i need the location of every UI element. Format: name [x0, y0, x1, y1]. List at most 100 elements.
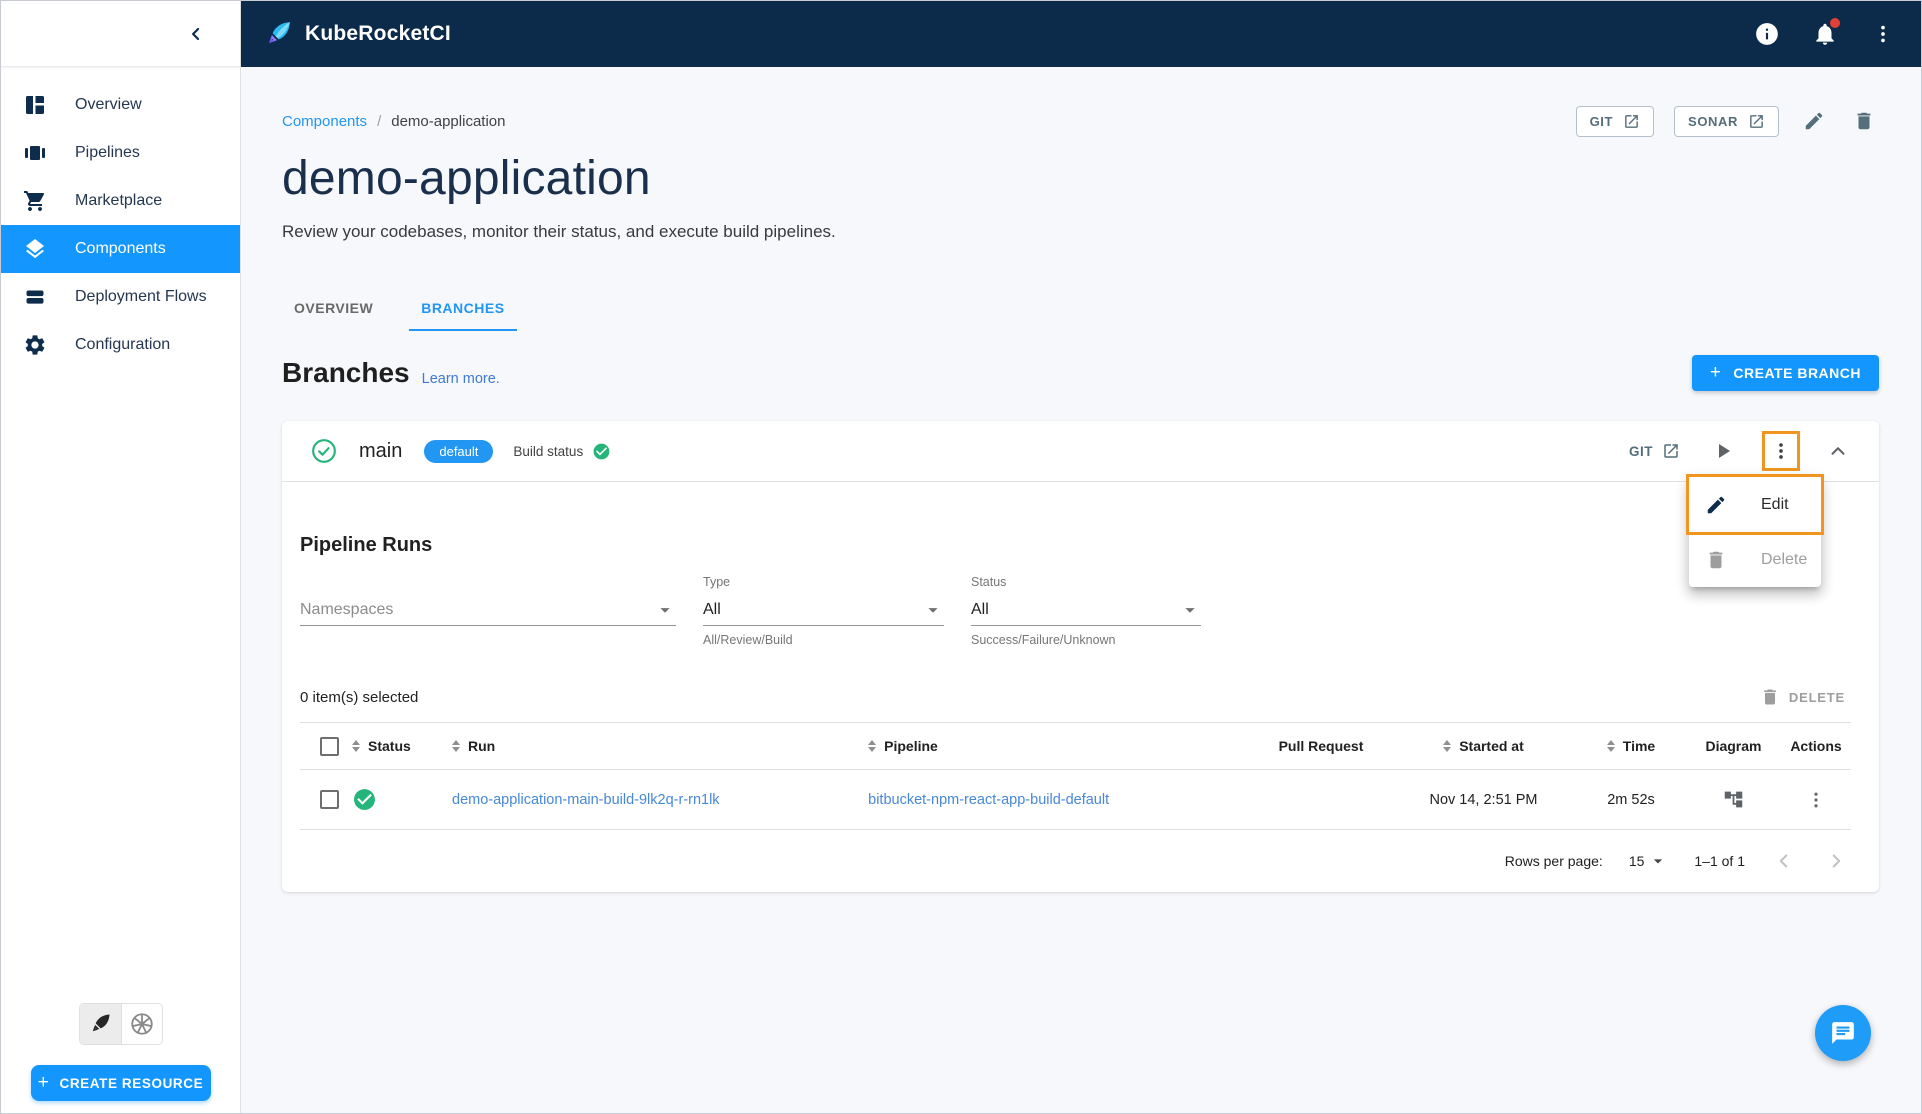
- column-label: Run: [468, 738, 496, 754]
- external-link-icon: [1623, 113, 1640, 130]
- collapse-sidebar-button[interactable]: [184, 22, 208, 46]
- column-time[interactable]: Time: [1576, 738, 1686, 754]
- git-link-button[interactable]: GIT: [1575, 105, 1655, 137]
- column-started-at[interactable]: Started at: [1391, 738, 1576, 754]
- branch-git-link[interactable]: GIT: [1629, 442, 1680, 460]
- row-checkbox[interactable]: [320, 790, 339, 809]
- top-bar-actions: [1753, 18, 1897, 48]
- create-branch-label: CREATE BRANCH: [1733, 365, 1861, 381]
- notifications-button[interactable]: [1811, 18, 1840, 48]
- sort-icon[interactable]: [1443, 740, 1452, 752]
- learn-more-link[interactable]: Learn more.: [422, 371, 500, 391]
- chevron-down-icon: [1179, 599, 1201, 621]
- tree-diagram-icon: [1723, 789, 1744, 810]
- select-all-checkbox[interactable]: [320, 736, 339, 756]
- status-select[interactable]: All: [971, 595, 1201, 626]
- sidebar-item-label: Deployment Flows: [75, 288, 207, 305]
- column-actions: Actions: [1781, 738, 1851, 754]
- diagram-button[interactable]: [1719, 785, 1748, 814]
- sonar-button-label: SONAR: [1688, 113, 1738, 129]
- breadcrumb-components-link[interactable]: Components: [282, 113, 367, 130]
- menu-item-edit[interactable]: Edit: [1686, 474, 1824, 535]
- branches-header-row: Branches Learn more. + CREATE BRANCH: [282, 355, 1879, 391]
- rocket-logo-icon: [263, 19, 293, 49]
- chevron-up-icon: [1827, 440, 1849, 462]
- menu-item-delete[interactable]: Delete: [1689, 532, 1821, 587]
- namespaces-filter-helper: [300, 626, 676, 650]
- trash-icon: [1853, 110, 1875, 132]
- row-kebab-button[interactable]: [1802, 786, 1830, 814]
- plus-icon: +: [37, 1072, 50, 1093]
- rocket-icon: [88, 1012, 112, 1036]
- sidebar-item-label: Marketplace: [75, 192, 163, 209]
- sonar-link-button[interactable]: SONAR: [1674, 105, 1779, 137]
- external-link-icon: [1748, 113, 1765, 130]
- info-button[interactable]: [1753, 20, 1781, 48]
- namespaces-select[interactable]: Namespaces: [300, 595, 676, 626]
- delete-component-button[interactable]: [1849, 106, 1879, 136]
- layers-icon: [23, 237, 47, 261]
- branches-heading: Branches: [282, 357, 410, 388]
- delete-label: DELETE: [1788, 689, 1845, 705]
- sidebar-item-label: Overview: [75, 96, 142, 113]
- tab-branches[interactable]: BRANCHES: [409, 288, 517, 331]
- tab-overview[interactable]: OVERVIEW: [282, 288, 385, 331]
- sort-icon[interactable]: [868, 740, 877, 752]
- trigger-build-button[interactable]: [1707, 435, 1739, 467]
- create-branch-button[interactable]: + CREATE BRANCH: [1691, 355, 1879, 391]
- pipeline-link[interactable]: bitbucket-npm-react-app-build-default: [868, 792, 1109, 808]
- column-label: Diagram: [1705, 738, 1762, 754]
- branch-summary-row[interactable]: main default Build status GIT: [282, 421, 1879, 481]
- edit-component-button[interactable]: [1799, 106, 1829, 136]
- row-started-at-cell: Nov 14, 2:51 PM: [1429, 791, 1538, 808]
- delete-selected-button[interactable]: DELETE: [1754, 686, 1851, 708]
- kubernetes-view-toggle[interactable]: [120, 1004, 162, 1044]
- column-label: Actions: [1790, 738, 1842, 754]
- sidebar-item-label: Configuration: [75, 336, 171, 353]
- sort-icon[interactable]: [352, 740, 360, 752]
- plus-icon: +: [1709, 362, 1722, 383]
- build-success-icon: [592, 442, 611, 461]
- branch-kebab-button[interactable]: [1762, 431, 1800, 471]
- sidebar-item-deployment-flows[interactable]: Deployment Flows: [1, 273, 240, 321]
- default-branch-badge: default: [424, 439, 494, 463]
- type-select[interactable]: All: [703, 595, 944, 626]
- rows-per-page-label: Rows per page:: [1504, 853, 1603, 869]
- column-run[interactable]: Run: [452, 738, 868, 754]
- rows-per-page-select[interactable]: 15: [1629, 851, 1669, 871]
- collapse-branch-button[interactable]: [1823, 436, 1853, 466]
- pencil-icon: [1803, 110, 1825, 132]
- selection-row: 0 item(s) selected DELETE: [300, 686, 1851, 708]
- namespaces-filter: Namespaces: [300, 575, 676, 650]
- column-pipeline[interactable]: Pipeline: [868, 738, 1251, 754]
- column-status[interactable]: Status: [352, 738, 452, 754]
- sidebar-item-pipelines[interactable]: Pipelines: [1, 129, 240, 177]
- create-resource-button[interactable]: + CREATE RESOURCE: [30, 1065, 211, 1101]
- previous-page-button[interactable]: [1771, 848, 1797, 874]
- success-check-icon: [352, 787, 377, 812]
- run-link[interactable]: demo-application-main-build-9lk2q-r-rn1l…: [452, 792, 720, 808]
- sidebar-item-components[interactable]: Components: [1, 225, 240, 273]
- chat-icon: [1830, 1020, 1856, 1046]
- brand-name: KubeRocketCI: [305, 22, 451, 45]
- sort-icon[interactable]: [1606, 740, 1615, 752]
- next-page-button[interactable]: [1823, 848, 1849, 874]
- external-link-icon: [1662, 442, 1680, 460]
- type-filter: Type All All/Review/Build: [703, 575, 944, 650]
- pagination: Rows per page: 15 1–1 of 1: [300, 830, 1851, 892]
- tabs: OVERVIEW BRANCHES: [282, 288, 1879, 331]
- sidebar-item-overview[interactable]: Overview: [1, 81, 240, 129]
- sort-icon[interactable]: [452, 740, 460, 752]
- chat-fab-button[interactable]: [1815, 1005, 1871, 1061]
- sidebar-item-configuration[interactable]: Configuration: [1, 321, 240, 369]
- row-time-cell: 2m 52s: [1607, 791, 1655, 808]
- pencil-icon: [1705, 494, 1727, 516]
- overflow-menu-button[interactable]: [1869, 20, 1897, 48]
- row-run-cell: demo-application-main-build-9lk2q-r-rn1l…: [452, 792, 868, 808]
- chevron-down-icon: [1648, 851, 1668, 871]
- sidebar-item-marketplace[interactable]: Marketplace: [1, 177, 240, 225]
- pipeline-runs-heading: Pipeline Runs: [300, 534, 433, 556]
- namespaces-filter-label: [300, 575, 676, 595]
- rocket-view-toggle[interactable]: [79, 1004, 121, 1044]
- pipeline-runs-table: Status Run Pipeline Pull Request Started…: [300, 722, 1851, 892]
